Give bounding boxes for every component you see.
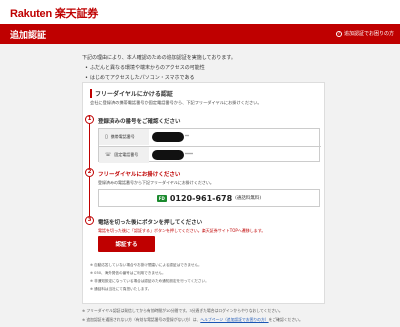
toll-free-note: (通話料無料) bbox=[235, 196, 262, 201]
rakuten-logo[interactable]: Rakuten 楽天証券 bbox=[10, 5, 98, 21]
note-item: 050、海外発信の番号はご利用できません。 bbox=[90, 269, 209, 277]
reason-item: ふだんと異なる環境や端末からのアクセスの可能性 bbox=[85, 63, 236, 73]
mobile-phone-label: ▯ 携帯電話番号 bbox=[99, 129, 149, 145]
intro-section: 下記の理由により、本人確認のための追加認証を実施しております。 ふだんと異なる環… bbox=[82, 53, 236, 83]
phone-auth-card: フリーダイヤルにかける認証 会社に登録済の携帯電話番号か固定電話番号から、下記フ… bbox=[82, 82, 325, 304]
free-dial-icon: FD bbox=[156, 194, 167, 202]
note-item: 自動応答していない場合やお掛け間違いによる認証はできません。 bbox=[90, 261, 209, 269]
mobile-phone-suffix: ** bbox=[185, 134, 189, 139]
free-dial-number[interactable]: 0120-961-678 bbox=[170, 194, 232, 203]
mobile-phone-row: ▯ 携帯電話番号 ** bbox=[99, 129, 321, 146]
landline-phone-label-text: 固定電話番号 bbox=[114, 152, 139, 157]
card-title: フリーダイヤルにかける認証 bbox=[90, 89, 173, 98]
redacted-number bbox=[152, 132, 184, 142]
authenticate-button[interactable]: 認証する bbox=[98, 236, 155, 252]
step-2-subtext: 登録済みの電話番号から下記フリーダイヤルにお掛けください。 bbox=[98, 180, 214, 185]
help-link-label: 追加認証でお困りの方 bbox=[343, 31, 394, 37]
mobile-phone-icon: ▯ bbox=[105, 134, 108, 140]
mobile-phone-label-text: 携帯電話番号 bbox=[110, 134, 135, 139]
step-3-badge: 3 bbox=[85, 216, 94, 225]
redacted-number bbox=[152, 150, 184, 160]
footnote-help-pre: 追加認証を通過されない方（有効な電話番号の登録がない方）は、 bbox=[86, 316, 201, 322]
landline-phone-suffix: **** bbox=[185, 152, 193, 157]
note-item: 非通知設定になっている場合は認証のため通知設定を行ってください。 bbox=[90, 277, 209, 285]
step-1-title: 登録済みの番号をご確認ください bbox=[98, 119, 181, 125]
card-description: 会社に登録済の携帯電話番号か固定電話番号から、下記フリーダイヤルにお掛けください… bbox=[90, 100, 262, 105]
help-page-link[interactable]: ヘルプページ（追加認証でお困りの方） bbox=[200, 317, 268, 322]
step-2-title: フリーダイヤルにお掛けください bbox=[98, 172, 181, 178]
landline-phone-label: ☏ 固定電話番号 bbox=[99, 147, 149, 163]
footnote-help: 追加認証を通過されない方（有効な電話番号の登録がない方）は、ヘルプページ（追加認… bbox=[82, 316, 303, 325]
intro-lead: 下記の理由により、本人確認のための追加認証を実施しております。 bbox=[82, 55, 236, 61]
help-link[interactable]: ? 追加認証でお困りの方 bbox=[335, 30, 394, 37]
top-header: Rakuten 楽天証券 bbox=[0, 0, 400, 24]
title-bar: 追加認証 ? 追加認証でお困りの方 bbox=[0, 24, 400, 44]
card-notes: 自動応答していない場合やお掛け間違いによる認証はできません。 050、海外発信の… bbox=[90, 261, 209, 293]
step-3-title: 電話を切った後にボタンを押してください bbox=[98, 220, 203, 226]
step-connector bbox=[89, 177, 90, 216]
step-connector bbox=[89, 124, 90, 168]
landline-phone-icon: ☏ bbox=[105, 152, 112, 158]
free-dial-box: FD 0120-961-678 (通話料無料) bbox=[98, 189, 320, 207]
step-2-badge: 2 bbox=[85, 168, 94, 177]
footnote-help-post: をご確認ください。 bbox=[268, 316, 303, 322]
footnote-validity: フリーダイヤル認証は発信してから有効時間が10分間です。3分過ぎた場合はログイン… bbox=[82, 307, 303, 316]
question-icon: ? bbox=[335, 30, 342, 37]
step-3-warning: 電話を切った後に「認証する」ボタンを押してください。楽天証券サイトTOPへ遷移し… bbox=[98, 228, 266, 233]
landline-phone-row: ☏ 固定電話番号 **** bbox=[99, 146, 321, 163]
page-footnotes: フリーダイヤル認証は発信してから有効時間が10分間です。3分過ぎた場合はログイン… bbox=[82, 307, 303, 325]
note-item: 通話料は当社にて負担いたします。 bbox=[90, 285, 209, 293]
page-title: 追加認証 bbox=[10, 31, 47, 41]
registered-phones: ▯ 携帯電話番号 ** ☏ 固定電話番号 **** bbox=[98, 128, 321, 163]
step-1-badge: 1 bbox=[85, 115, 94, 124]
